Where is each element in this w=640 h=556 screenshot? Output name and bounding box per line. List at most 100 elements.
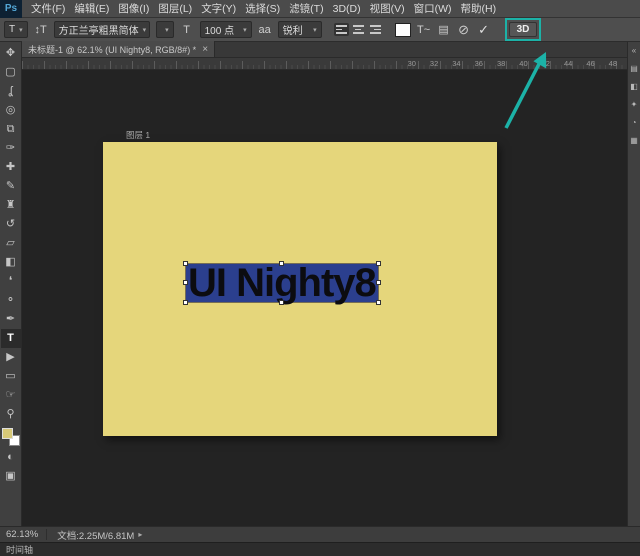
- menu-layer[interactable]: 图层(L): [158, 1, 192, 16]
- transform-handle[interactable]: [279, 261, 284, 266]
- font-size-select[interactable]: 100 点 ▾: [200, 21, 252, 38]
- ruler-numbers: 30 32 34 36 38 40 42 44 46 48: [408, 59, 617, 68]
- transform-handle[interactable]: [376, 261, 381, 266]
- screen-mode-icon[interactable]: ▣: [1, 467, 21, 486]
- dodge-tool[interactable]: ⚬: [1, 291, 21, 310]
- cancel-edits-icon[interactable]: ⊘: [457, 22, 471, 38]
- align-center-icon[interactable]: [351, 23, 366, 36]
- clone-stamp-tool[interactable]: ♜: [1, 196, 21, 215]
- 3d-button[interactable]: 3D: [509, 22, 538, 37]
- ruler-number: 32: [430, 59, 438, 68]
- menu-help[interactable]: 帮助(H): [461, 1, 497, 16]
- tool-preset-dropdown[interactable]: T ▾: [4, 21, 28, 38]
- text-color-swatch[interactable]: [395, 23, 411, 37]
- pen-tool[interactable]: ✒: [1, 310, 21, 329]
- foreground-color-swatch[interactable]: [2, 428, 13, 439]
- menu-type[interactable]: 文字(Y): [201, 1, 236, 16]
- transform-handle[interactable]: [183, 261, 188, 266]
- anti-alias-select[interactable]: 锐利 ▾: [278, 21, 322, 38]
- layer-label: 图层 1: [126, 129, 150, 141]
- ruler-number: 40: [519, 59, 527, 68]
- menu-select[interactable]: 选择(S): [245, 1, 280, 16]
- anti-alias-icon: aa: [258, 24, 272, 36]
- menu-edit[interactable]: 编辑(E): [74, 1, 109, 16]
- annotation-highlight-rect: 3D: [505, 18, 542, 41]
- ruler-number: 30: [408, 59, 416, 68]
- transform-handle[interactable]: [376, 300, 381, 305]
- menu-file[interactable]: 文件(F): [31, 1, 65, 16]
- tools-panel: ✥ ▢ ʆ ◎ ⧉ ✑ ✚ ✎ ♜ ↺ ▱ ◧ ❛ ⚬ ✒ T ▶ ▭ ☞ ⚲ …: [0, 42, 22, 526]
- zoom-level-field[interactable]: 62.13%: [4, 529, 47, 540]
- chevron-down-icon: ▾: [243, 26, 247, 34]
- ruler-number: 38: [497, 59, 505, 68]
- shape-tool[interactable]: ▭: [1, 367, 21, 386]
- text-layer-bounds[interactable]: UI Nighty8: [185, 263, 379, 303]
- chevron-down-icon: ▾: [313, 26, 317, 34]
- options-bar: T ▾ ↕T 方正兰亭粗黑简体 ▾ ▾ T 100 点 ▾ aa 锐利 ▾ T~…: [0, 18, 640, 42]
- eraser-tool[interactable]: ▱: [1, 234, 21, 253]
- lasso-tool[interactable]: ʆ: [1, 82, 21, 101]
- font-size-icon: T: [180, 24, 194, 36]
- canvas-workspace: 图层 1 UI Nighty8: [22, 70, 627, 526]
- history-brush-tool[interactable]: ↺: [1, 215, 21, 234]
- marquee-tool[interactable]: ▢: [1, 63, 21, 82]
- ruler-number: 46: [586, 59, 594, 68]
- move-tool[interactable]: ✥: [1, 44, 21, 63]
- document-tab[interactable]: 未标题-1 @ 62.1% (UI Nighty8, RGB/8#) * ×: [22, 41, 215, 57]
- menu-filter[interactable]: 滤镜(T): [289, 1, 323, 16]
- zoom-tool[interactable]: ⚲: [1, 405, 21, 424]
- path-selection-tool[interactable]: ▶: [1, 348, 21, 367]
- ruler-number: 34: [452, 59, 460, 68]
- menu-3d[interactable]: 3D(D): [333, 3, 361, 15]
- align-left-icon[interactable]: [334, 23, 349, 36]
- align-right-icon[interactable]: [368, 23, 383, 36]
- healing-brush-tool[interactable]: ✚: [1, 158, 21, 177]
- canvas[interactable]: UI Nighty8: [103, 142, 497, 436]
- panel-icon-a[interactable]: ▤: [630, 64, 638, 73]
- crop-tool[interactable]: ⧉: [1, 120, 21, 139]
- ruler-number: 44: [564, 59, 572, 68]
- menu-view[interactable]: 视图(V): [370, 1, 405, 16]
- panel-icon-c[interactable]: ✦: [631, 100, 638, 109]
- paragraph-align-group: [334, 23, 383, 36]
- document-size-info: 文档:2.25M/6.81M ▸: [57, 528, 142, 542]
- status-options-caret-icon[interactable]: ▸: [138, 530, 142, 539]
- document-area: 未标题-1 @ 62.1% (UI Nighty8, RGB/8#) * × 3…: [22, 42, 627, 526]
- font-family-value: 方正兰亭粗黑简体: [59, 22, 139, 37]
- gradient-tool[interactable]: ◧: [1, 253, 21, 272]
- ruler-number: 48: [609, 59, 617, 68]
- text-orientation-icon[interactable]: ↕T: [34, 24, 48, 36]
- tab-bar: 未标题-1 @ 62.1% (UI Nighty8, RGB/8#) * ×: [22, 42, 627, 58]
- anti-alias-value: 锐利: [283, 22, 303, 37]
- type-tool[interactable]: T: [1, 329, 21, 348]
- status-bar: 62.13% 文档:2.25M/6.81M ▸: [0, 526, 640, 542]
- quick-mask-icon[interactable]: ◐: [1, 448, 21, 467]
- menu-image[interactable]: 图像(I): [118, 1, 149, 16]
- menu-window[interactable]: 窗口(W): [414, 1, 452, 16]
- transform-handle[interactable]: [183, 300, 188, 305]
- commit-edits-icon[interactable]: ✓: [477, 22, 491, 38]
- panel-icon-e[interactable]: ▦: [630, 136, 638, 145]
- transform-handle[interactable]: [376, 280, 381, 285]
- font-style-select[interactable]: ▾: [156, 21, 174, 38]
- chevron-down-icon: ▾: [143, 26, 147, 34]
- ruler-number: 42: [542, 59, 550, 68]
- blur-tool[interactable]: ❛: [1, 272, 21, 291]
- brush-tool[interactable]: ✎: [1, 177, 21, 196]
- transform-handle[interactable]: [279, 300, 284, 305]
- transform-handle[interactable]: [183, 280, 188, 285]
- hand-tool[interactable]: ☞: [1, 386, 21, 405]
- panel-icon-d[interactable]: ◔: [632, 118, 637, 127]
- main-area: ✥ ▢ ʆ ◎ ⧉ ✑ ✚ ✎ ♜ ↺ ▱ ◧ ❛ ⚬ ✒ T ▶ ▭ ☞ ⚲ …: [0, 42, 640, 526]
- close-icon[interactable]: ×: [202, 44, 208, 55]
- collapse-dock-icon[interactable]: «: [632, 46, 636, 55]
- quick-selection-tool[interactable]: ◎: [1, 101, 21, 120]
- warp-text-icon[interactable]: T~: [417, 24, 431, 36]
- font-family-select[interactable]: 方正兰亭粗黑简体 ▾: [54, 21, 150, 38]
- timeline-tab[interactable]: 时间轴: [6, 543, 33, 556]
- panel-icon-b[interactable]: ◧: [630, 82, 638, 91]
- document-tab-title: 未标题-1 @ 62.1% (UI Nighty8, RGB/8#) *: [28, 43, 196, 56]
- eyedropper-tool[interactable]: ✑: [1, 139, 21, 158]
- text-selection-highlight[interactable]: UI Nighty8: [186, 264, 378, 302]
- toggle-panels-icon[interactable]: ▤: [437, 23, 451, 36]
